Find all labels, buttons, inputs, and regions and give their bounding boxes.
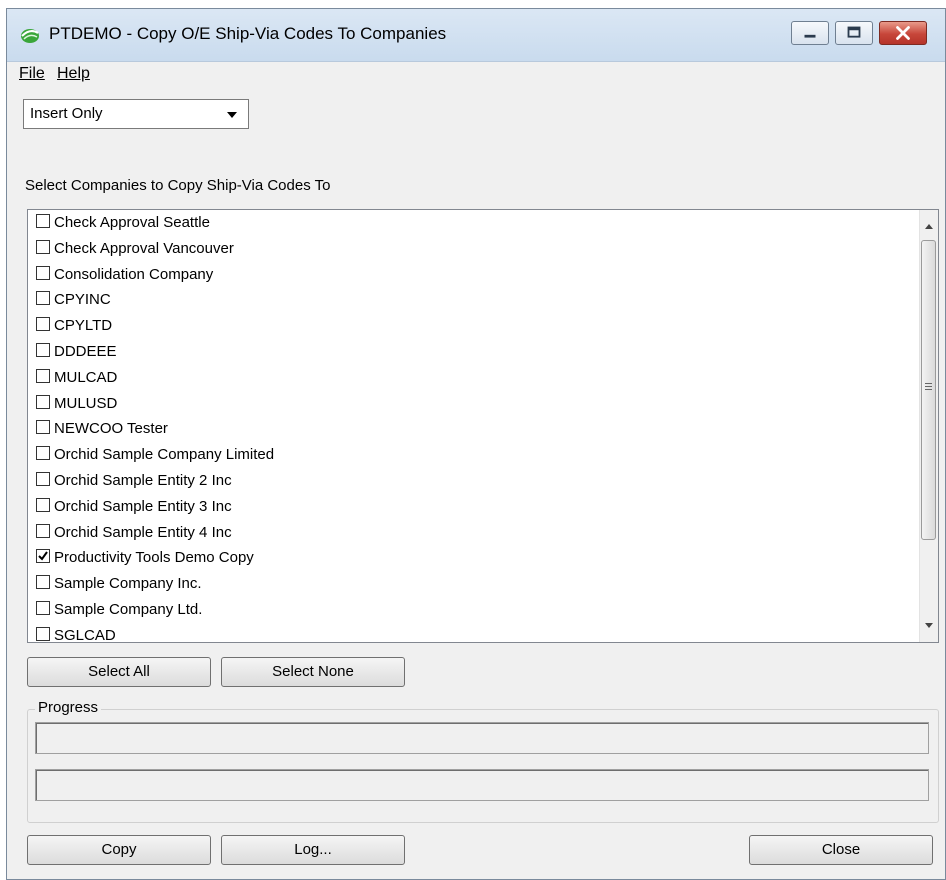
list-item-label: MULUSD: [54, 394, 118, 412]
list-item[interactable]: CPYINC: [28, 287, 920, 313]
list-item[interactable]: Orchid Sample Entity 2 Inc: [28, 468, 920, 494]
list-item[interactable]: Orchid Sample Company Limited: [28, 442, 920, 468]
checkbox[interactable]: [36, 523, 50, 538]
menu-help-label: Help: [57, 65, 90, 82]
list-item-label: SGLCAD: [54, 626, 116, 642]
list-item-label: Sample Company Ltd.: [54, 600, 203, 618]
list-item[interactable]: Sample Company Ltd.: [28, 597, 920, 623]
scroll-up-icon[interactable]: [920, 218, 938, 236]
minimize-button[interactable]: [791, 21, 829, 45]
checkbox[interactable]: [36, 626, 50, 641]
checkbox[interactable]: [36, 265, 50, 280]
menu-bar: File Help: [7, 62, 945, 86]
close-window-button[interactable]: [879, 21, 927, 45]
menu-help[interactable]: Help: [57, 65, 90, 83]
checkbox[interactable]: [36, 214, 50, 229]
list-item-label: Orchid Sample Entity 2 Inc: [54, 471, 232, 489]
list-item[interactable]: Check Approval Vancouver: [28, 236, 920, 262]
list-item-label: Sample Company Inc.: [54, 575, 202, 593]
list-item-label: Consolidation Company: [54, 265, 214, 283]
mode-select[interactable]: Insert Only: [23, 99, 249, 129]
checkbox[interactable]: [36, 368, 50, 383]
list-item[interactable]: MULCAD: [28, 365, 920, 391]
grip-icon: [925, 383, 932, 390]
checkmark-icon: [38, 551, 48, 561]
scroll-down-icon[interactable]: [920, 616, 938, 634]
checkbox[interactable]: [36, 600, 50, 615]
scroll-thumb[interactable]: [921, 240, 936, 540]
minimize-icon: [804, 34, 816, 38]
close-icon: [896, 26, 910, 40]
progress-label: Progress: [35, 699, 102, 716]
list-item-label: CPYINC: [54, 291, 111, 309]
list-item-label: Orchid Sample Company Limited: [54, 446, 275, 464]
list-item-label: DDDEEE: [54, 342, 117, 360]
checkbox[interactable]: [36, 497, 50, 512]
list-item[interactable]: Check Approval Seattle: [28, 210, 920, 236]
main-window: PTDEMO - Copy O/E Ship-Via Codes To Comp…: [6, 8, 946, 880]
list-item[interactable]: Orchid Sample Entity 3 Inc: [28, 494, 920, 520]
select-none-button[interactable]: Select None: [221, 657, 405, 687]
list-item[interactable]: DDDEEE: [28, 339, 920, 365]
checkbox[interactable]: [36, 420, 50, 435]
list-item-label: Check Approval Seattle: [54, 214, 210, 231]
menu-file-label: File: [19, 65, 45, 82]
list-item-label: CPYLTD: [54, 317, 113, 335]
list-item-label: NEWCOO Tester: [54, 420, 168, 438]
list-item-label: Check Approval Vancouver: [54, 239, 234, 257]
checkbox[interactable]: [36, 343, 50, 358]
checkbox[interactable]: [36, 575, 50, 590]
checkbox[interactable]: [36, 239, 50, 254]
list-item-label: Productivity Tools Demo Copy: [54, 549, 254, 567]
companies-listbox[interactable]: Check Approval Seattle Check Approval Van…: [27, 209, 939, 643]
list-item[interactable]: CPYLTD: [28, 313, 920, 339]
list-item[interactable]: Productivity Tools Demo Copy: [28, 545, 920, 571]
checkbox[interactable]: [36, 291, 50, 306]
list-item-label: Orchid Sample Entity 3 Inc: [54, 497, 232, 515]
select-all-button[interactable]: Select All: [27, 657, 211, 687]
window-title: PTDEMO - Copy O/E Ship-Via Codes To Comp…: [49, 24, 447, 43]
list-item[interactable]: Consolidation Company: [28, 262, 920, 288]
list-item[interactable]: Sample Company Inc.: [28, 571, 920, 597]
log-button[interactable]: Log...: [221, 835, 405, 865]
companies-list: Check Approval Seattle Check Approval Van…: [28, 210, 920, 642]
progress-bar-1: [35, 722, 929, 754]
mode-select-value: Insert Only: [30, 105, 103, 122]
copy-button[interactable]: Copy: [27, 835, 211, 865]
progress-bar-2: [35, 769, 929, 801]
list-item-label: Orchid Sample Entity 4 Inc: [54, 523, 232, 541]
chevron-down-icon: [227, 112, 237, 118]
list-item[interactable]: SGLCAD: [28, 623, 920, 642]
title-bar[interactable]: PTDEMO - Copy O/E Ship-Via Codes To Comp…: [7, 9, 945, 62]
checkbox[interactable]: [36, 446, 50, 461]
checkbox[interactable]: [36, 472, 50, 486]
companies-section-label: Select Companies to Copy Ship-Via Codes …: [25, 177, 331, 194]
sage-leaf-icon: [21, 29, 39, 43]
checkbox[interactable]: [36, 394, 50, 409]
menu-file[interactable]: File: [19, 65, 45, 83]
vertical-scrollbar[interactable]: [919, 210, 938, 642]
restore-icon: [847, 26, 861, 38]
list-item-label: MULCAD: [54, 368, 118, 386]
checkbox[interactable]: [36, 317, 50, 332]
restore-button[interactable]: [835, 21, 873, 45]
close-button[interactable]: Close: [749, 835, 933, 865]
list-item[interactable]: NEWCOO Tester: [28, 416, 920, 442]
list-item[interactable]: Orchid Sample Entity 4 Inc: [28, 520, 920, 546]
checkbox-checked[interactable]: [36, 549, 50, 564]
list-item[interactable]: MULUSD: [28, 391, 920, 417]
